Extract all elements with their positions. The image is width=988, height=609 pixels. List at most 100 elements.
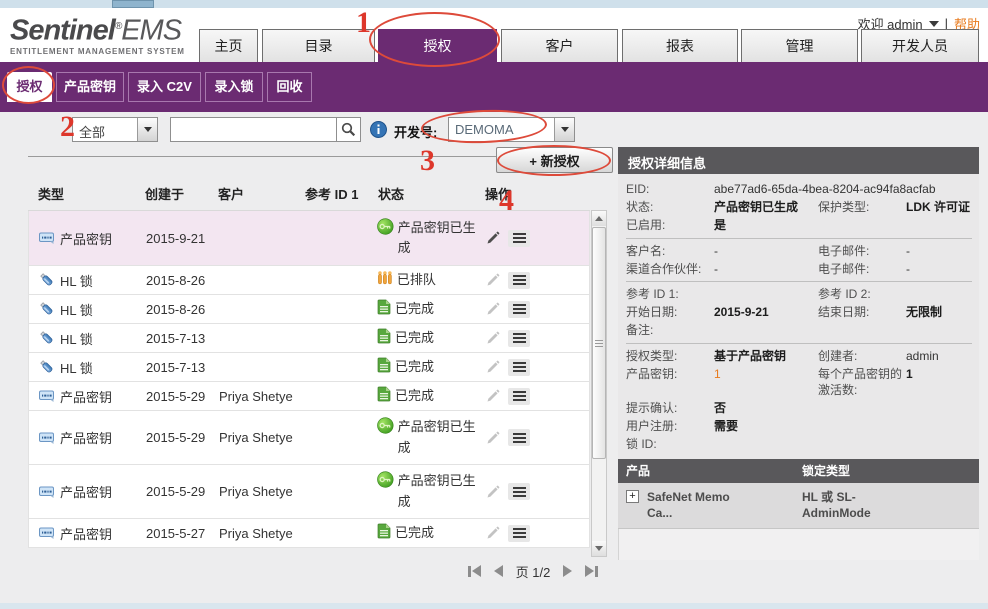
nav-tab-entitlements[interactable]: 授权 <box>378 29 497 62</box>
user-menu-chevron-icon[interactable] <box>929 21 939 27</box>
edit-icon[interactable] <box>486 302 500 316</box>
col-header-type[interactable]: 类型 <box>28 184 135 203</box>
prev-page-button[interactable] <box>494 565 503 577</box>
col-header-created[interactable]: 创建于 <box>135 184 208 203</box>
nav-tab-admin[interactable]: 管理 <box>741 29 858 62</box>
entitlement-type-label: 授权类型: <box>626 347 714 365</box>
status-generated-icon <box>377 218 394 235</box>
table-row[interactable]: 产品密钥 2015-5-27 Priya Shetye 已完成 <box>28 519 590 548</box>
actions-menu-icon[interactable] <box>508 301 530 318</box>
col-header-ref1[interactable]: 参考 ID 1 <box>295 184 368 203</box>
actions-menu-icon[interactable] <box>508 272 530 289</box>
actions-menu-icon[interactable] <box>508 330 530 347</box>
table-row[interactable]: 产品密钥 2015-5-29 Priya Shetye 产品密钥已生成 <box>28 411 590 465</box>
table-header-row: 类型 创建于 客户 参考 ID 1 状态 操作 <box>28 184 590 203</box>
edit-icon[interactable] <box>486 331 500 345</box>
product-keys-value[interactable]: 1 <box>714 365 818 399</box>
actions-menu-icon[interactable] <box>508 388 530 405</box>
edit-icon[interactable] <box>486 431 500 445</box>
subtab-revoke[interactable]: 回收 <box>267 72 312 102</box>
table-scrollbar[interactable] <box>591 210 607 557</box>
cell-status: 产品密钥已生成 <box>398 218 476 258</box>
table-row[interactable]: HL 锁 2015-8-26 已排队 <box>28 266 590 295</box>
ref-id1-label: 参考 ID 1: <box>626 285 714 303</box>
cell-customer: Priya Shetye <box>209 484 296 499</box>
first-page-button[interactable] <box>468 565 481 577</box>
status-queued-icon <box>377 270 393 285</box>
edit-icon[interactable] <box>486 273 500 287</box>
product-key-icon <box>39 432 55 444</box>
nav-tab-reports[interactable]: 报表 <box>622 29 738 62</box>
info-icon[interactable] <box>370 121 387 138</box>
subtab-entitlements[interactable]: 授权 <box>7 72 52 102</box>
edit-icon[interactable] <box>486 231 500 245</box>
cell-status: 已完成 <box>395 386 475 406</box>
ref-id2-label: 参考 ID 2: <box>818 285 906 303</box>
actions-menu-icon[interactable] <box>508 525 530 542</box>
hl-lock-icon <box>39 359 55 375</box>
nav-tab-customers[interactable]: 客户 <box>501 29 618 62</box>
cell-created: 2015-8-26 <box>136 302 209 317</box>
status-completed-icon <box>377 299 391 315</box>
confirm-value: 否 <box>714 399 818 417</box>
nav-tab-home[interactable]: 主页 <box>199 29 258 62</box>
table-row[interactable]: 产品密钥 2015-5-29 Priya Shetye 产品密钥已生成 <box>28 465 590 519</box>
scope-select-arrow[interactable] <box>137 118 157 141</box>
chevron-down-icon <box>144 127 152 132</box>
scroll-up-icon[interactable] <box>592 211 606 226</box>
nav-tab-catalog[interactable]: 目录 <box>262 29 375 62</box>
status-completed-icon <box>377 357 391 373</box>
table-row[interactable]: 产品密钥 2015-5-29 Priya Shetye 已完成 <box>28 382 590 411</box>
cell-created: 2015-5-29 <box>136 430 209 445</box>
panel-filler <box>618 529 979 560</box>
browser-bottom-strip <box>0 603 988 609</box>
details-grid: EID: abe77ad6-65da-4bea-8204-ac94fa8acfa… <box>618 174 979 459</box>
cell-type: 产品密钥 <box>60 387 112 406</box>
actions-menu-icon[interactable] <box>508 483 530 500</box>
actions-menu-icon[interactable] <box>508 230 530 247</box>
registration-value: 需要 <box>714 417 818 435</box>
table-row[interactable]: 产品密钥 2015-9-21 产品密钥已生成 <box>28 211 590 266</box>
pagination: 页 1/2 <box>448 560 618 582</box>
subtab-checkin-c2v[interactable]: 录入 C2V <box>128 72 201 102</box>
product-key-icon <box>39 527 55 539</box>
activations-label: 每个产品密钥的激活数: <box>818 365 906 399</box>
expand-icon[interactable]: + <box>626 490 639 503</box>
next-page-button[interactable] <box>563 565 572 577</box>
creator-label: 创建者: <box>818 347 906 365</box>
status-value: 产品密钥已生成 <box>714 198 818 216</box>
table-row[interactable]: HL 锁 2015-7-13 已完成 <box>28 324 590 353</box>
products-col-locking: 锁定类型 <box>802 462 979 479</box>
divider <box>28 156 496 157</box>
developer-id-value: DEMOMA <box>449 118 554 141</box>
col-header-customer[interactable]: 客户 <box>208 184 295 203</box>
table-row[interactable]: HL 锁 2015-8-26 已完成 <box>28 295 590 324</box>
cell-status: 产品密钥已生成 <box>398 417 476 457</box>
actions-menu-icon[interactable] <box>508 429 530 446</box>
cell-customer: Priya Shetye <box>209 430 296 445</box>
new-entitlement-button[interactable]: + 新授权 <box>496 147 613 173</box>
nav-tab-developers[interactable]: 开发人员 <box>861 29 979 62</box>
start-date-value: 2015-9-21 <box>714 303 818 321</box>
last-page-button[interactable] <box>585 565 598 577</box>
scope-select[interactable]: 全部 <box>72 117 158 142</box>
browser-tab-stub <box>112 0 154 8</box>
cell-status: 已完成 <box>395 328 475 348</box>
actions-menu-icon[interactable] <box>508 359 530 376</box>
developer-id-select-arrow[interactable] <box>554 118 574 141</box>
edit-icon[interactable] <box>486 485 500 499</box>
subtab-product-keys[interactable]: 产品密钥 <box>56 72 124 102</box>
developer-id-select[interactable]: DEMOMA <box>448 117 575 142</box>
scroll-down-icon[interactable] <box>592 541 606 556</box>
search-button[interactable] <box>336 117 361 142</box>
subtab-checkin-key[interactable]: 录入锁 <box>205 72 263 102</box>
cell-type: 产品密钥 <box>60 524 112 543</box>
scrollbar-thumb[interactable] <box>592 227 606 459</box>
edit-icon[interactable] <box>486 526 500 540</box>
edit-icon[interactable] <box>486 389 500 403</box>
col-header-status[interactable]: 状态 <box>368 184 475 203</box>
edit-icon[interactable] <box>486 360 500 374</box>
table-row[interactable]: HL 锁 2015-7-13 已完成 <box>28 353 590 382</box>
search-input[interactable] <box>170 117 336 142</box>
cell-type: 产品密钥 <box>60 229 112 248</box>
